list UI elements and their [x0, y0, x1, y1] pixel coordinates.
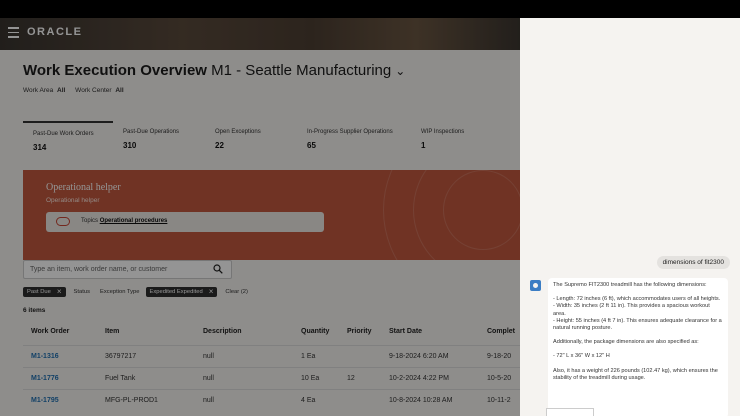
assistant-message: The Supremo FIT2300 treadmill has the fo… [548, 278, 728, 416]
dimension-width: - Width: 35 inches (2 ft 11 in). This pr… [553, 303, 710, 317]
filter-chips: Past Due × Status Exception Type Expedit… [23, 285, 258, 298]
topics-link[interactable]: Operational procedures [100, 218, 168, 224]
table-row[interactable]: M1-1316 36797217 null 1 Ea 9-18-2024 6:2… [23, 345, 520, 365]
column-header-completion[interactable]: Complet [487, 328, 515, 335]
helper-subtitle: Operational helper [46, 197, 100, 204]
item-cell: MFG-PL-PROD1 [105, 397, 158, 404]
page-title: Work Execution Overview M1 - Seattle Man… [23, 62, 405, 79]
work-order-link[interactable]: M1-1316 [31, 353, 59, 360]
table-row[interactable]: M1-1795 MFG-PL-PROD1 null 4 Ea 10-8-2024… [23, 389, 520, 409]
top-bar: ORACLE [0, 18, 520, 50]
column-header-work-order[interactable]: Work Order [31, 328, 69, 335]
search-icon[interactable] [213, 264, 223, 274]
hamburger-menu-icon[interactable] [8, 27, 20, 38]
start-date-cell: 10-2-2024 4:22 PM [389, 375, 449, 382]
item-cell: 36797217 [105, 353, 137, 360]
dimension-length: - Length: 72 inches (6 ft), which accomm… [553, 296, 721, 303]
assistant-intro: The Supremo FIT2300 treadmill has the fo… [553, 282, 707, 288]
work-center-label: Work Center [75, 87, 112, 94]
quantity-cell: 1 Ea [301, 353, 316, 360]
chevron-down-icon: ⌄ [395, 64, 406, 78]
column-header-item[interactable]: Item [105, 328, 119, 335]
metrics-strip: Past-Due Work Orders 314 Past-Due Operat… [23, 121, 493, 171]
start-date-cell: 9-18-2024 6:20 AM [389, 353, 449, 360]
work-area-label: Work Area [23, 87, 54, 94]
work-center-value[interactable]: All [115, 87, 123, 94]
chip-past-due[interactable]: Past Due × [23, 286, 66, 297]
search-input[interactable]: Type an item, work order name, or custom… [23, 260, 232, 279]
dimension-height: - Height: 55 inches (4 ft 7 in). This en… [553, 317, 722, 332]
item-cell: Fuel Tank [105, 375, 136, 382]
work-order-link[interactable]: M1-1776 [31, 375, 59, 382]
column-header-priority[interactable]: Priority [347, 328, 372, 335]
operational-helper-banner: Operational helper Operational helper To… [23, 170, 520, 260]
completion-cell: 9-18-20 [487, 353, 512, 360]
metric-past-due-operations[interactable]: Past-Due Operations 310 [113, 121, 205, 171]
oracle-logo[interactable]: ORACLE [27, 26, 82, 38]
helper-title: Operational helper [46, 182, 121, 193]
decorative-ring [443, 170, 520, 250]
assistant-avatar-icon [530, 280, 541, 291]
completion-cell: 10-11-2 [487, 397, 511, 404]
completion-cell: 10-5-20 [487, 375, 512, 382]
close-icon[interactable]: × [209, 287, 214, 295]
quantity-cell: 10 Ea [301, 375, 320, 382]
start-date-cell: 10-8-2024 10:28 AM [389, 397, 453, 404]
column-header-quantity[interactable]: Quantity [301, 328, 329, 335]
search-placeholder: Type an item, work order name, or custom… [30, 266, 168, 273]
metric-wip-inspections[interactable]: WIP Inspections 1 [411, 121, 491, 171]
metric-in-progress-supplier-operations[interactable]: In-Progress Supplier Operations 65 [297, 121, 411, 171]
description-cell: null [203, 397, 214, 404]
close-icon[interactable]: × [57, 287, 62, 295]
metric-open-exceptions[interactable]: Open Exceptions 22 [205, 121, 297, 171]
page-title-main: Work Execution Overview [23, 62, 207, 79]
topics-label: Topics [81, 218, 99, 224]
description-cell: null [203, 375, 214, 382]
priority-cell: 12 [347, 375, 355, 382]
package-dimensions: - 72" L x 36" W x 12" H [553, 353, 610, 360]
org-selector[interactable]: M1 - Seattle Manufacturing ⌄ [211, 62, 405, 79]
quantity-cell: 4 Ea [301, 397, 316, 404]
table-row[interactable]: M1-1776 Fuel Tank null 10 Ea 12 10-2-202… [23, 367, 520, 387]
chat-panel: dimensions of fit2300 The Supremo FIT230… [520, 18, 740, 416]
work-execution-app: ORACLE Work Execution Overview M1 - Seat… [0, 18, 520, 416]
chip-status[interactable]: Status [74, 289, 90, 295]
user-message: dimensions of fit2300 [656, 256, 730, 269]
metric-past-due-work-orders[interactable]: Past-Due Work Orders 314 [23, 121, 113, 171]
chip-exception-type[interactable]: Exception Type [100, 289, 140, 295]
clear-filters-button[interactable]: Clear (2) [225, 289, 248, 295]
work-order-link[interactable]: M1-1795 [31, 397, 59, 404]
weight-info: Also, it has a weight of 226 pounds (102… [553, 367, 718, 381]
description-cell: null [203, 353, 214, 360]
column-header-start-date[interactable]: Start Date [389, 328, 422, 335]
column-header-description[interactable]: Description [203, 328, 242, 335]
chat-action-button[interactable] [546, 408, 594, 416]
items-count: 6 items [23, 307, 46, 314]
work-area-value[interactable]: All [57, 87, 65, 94]
filter-summary: Work Area All Work Center All [23, 87, 132, 94]
topics-pill[interactable]: Topics Operational procedures [46, 212, 324, 232]
chip-expedited[interactable]: Expedited Expedited × [145, 286, 218, 297]
oracle-oval-icon [56, 217, 70, 226]
package-intro: Additionally, the package dimensions are… [553, 339, 699, 346]
